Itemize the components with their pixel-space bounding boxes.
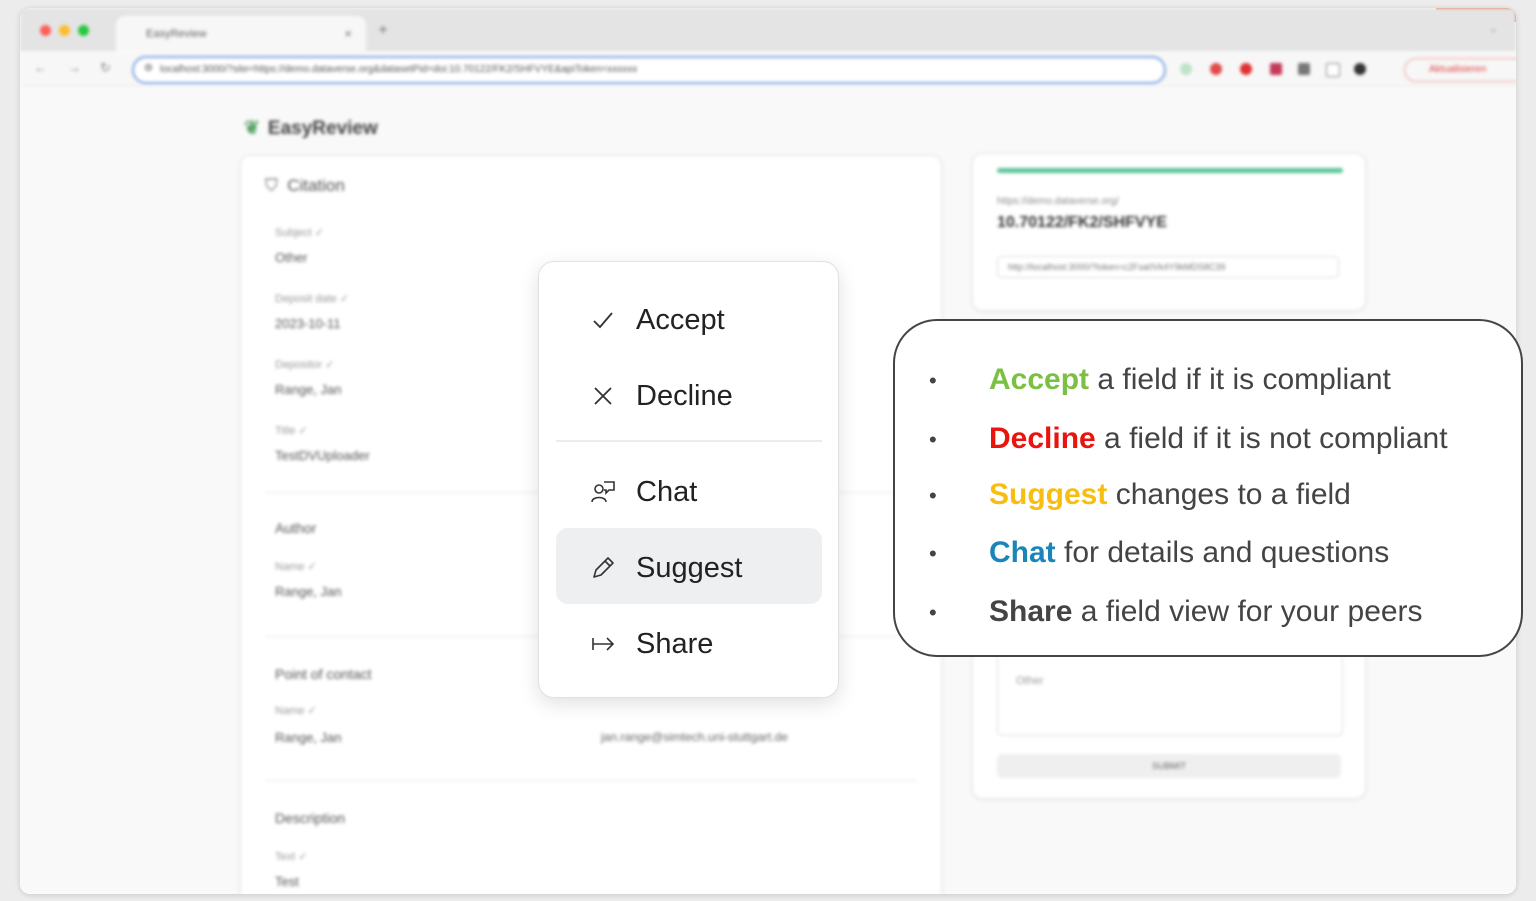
field-label: Depositor ✓ [275, 359, 335, 371]
bullet: • [929, 368, 937, 393]
close-icon [594, 387, 612, 405]
submit-button[interactable]: SUBMIT [997, 754, 1341, 778]
legend-keyword: Suggest [989, 478, 1108, 511]
extension-opera-icon[interactable] [1240, 63, 1252, 75]
minimize-window-button[interactable] [59, 25, 70, 36]
update-button-label: Aktualisieren [1429, 64, 1487, 75]
pencil-icon [593, 557, 614, 578]
field-label: Subject ✓ [275, 227, 324, 239]
tab-close-icon[interactable]: × [344, 26, 352, 41]
divider [265, 780, 917, 781]
progress-fill [997, 168, 1343, 173]
menu-item-decline[interactable]: Decline [556, 356, 822, 432]
review-progress-bar [997, 168, 1343, 173]
tab-menu-chevron-icon[interactable]: ⌄ [1489, 22, 1498, 35]
field-label: Name ✓ [275, 561, 317, 573]
tab-bar: EasyReview × + ⌄ [20, 8, 1516, 52]
doi-card: https://demo.dataverse.org/ 10.70122/FK2… [972, 153, 1366, 311]
extension-red-icon[interactable] [1210, 63, 1222, 75]
tab-title: EasyReview [146, 28, 207, 40]
field-action-menu: Accept Decline Chat Suggest Share [538, 261, 839, 698]
profile-avatar[interactable] [1354, 63, 1366, 75]
reload-icon[interactable]: ↻ [100, 60, 111, 76]
check-icon [593, 312, 613, 329]
field-value[interactable]: Test [275, 874, 299, 889]
share-arrow-icon [592, 637, 615, 651]
menu-item-label: Share [636, 628, 714, 660]
description-heading: Description [275, 810, 346, 826]
menu-item-label: Suggest [636, 552, 743, 584]
brand-label: EasyReview [267, 118, 378, 139]
field-value[interactable]: Other [275, 250, 308, 265]
brand-title: ❦ EasyReview [244, 117, 378, 140]
bullet: • [929, 600, 937, 625]
legend-text: a field if it is not compliant [1095, 422, 1448, 455]
maximize-window-button[interactable] [78, 25, 89, 36]
extension-pdf-icon[interactable] [1270, 63, 1282, 75]
address-bar[interactable]: ⚙ localhost:3000/?site=https://demo.data… [132, 56, 1166, 84]
legend-text: changes to a field [1107, 478, 1351, 511]
extensions-puzzle-icon[interactable] [1298, 63, 1310, 75]
menu-item-label: Chat [636, 476, 698, 508]
menu-item-chat[interactable]: Chat [556, 452, 822, 528]
contact-heading: Point of contact [275, 666, 372, 682]
field-label: Name ✓ [275, 705, 317, 717]
field-value[interactable]: Range, Jan [275, 382, 342, 397]
address-url: localhost:3000/?site=https://demo.datave… [160, 64, 638, 75]
field-label: Title ✓ [275, 425, 308, 437]
bullet: • [929, 483, 937, 508]
sidebar-icon[interactable] [1326, 63, 1340, 77]
legend-text: for details and questions [1055, 536, 1390, 569]
legend-keyword: Chat [989, 536, 1056, 569]
update-button[interactable]: Aktualisieren [1404, 58, 1516, 82]
window-controls [40, 25, 89, 36]
bullet: • [929, 427, 937, 452]
new-tab-button[interactable]: + [378, 20, 388, 40]
field-label: Text ✓ [275, 851, 308, 863]
comment-text: Other [1016, 675, 1044, 687]
browser-toolbar: ← → ↻ ⚙ localhost:3000/?site=https://dem… [20, 52, 1516, 87]
citation-heading: ⛉ Citation [265, 176, 345, 195]
browser-tab[interactable]: EasyReview × [116, 16, 366, 52]
menu-item-accept[interactable]: Accept [556, 280, 822, 356]
contact-email[interactable]: jan.range@simtech.uni-stuttgart.de [601, 730, 788, 744]
leaf-icon: ❦ [244, 118, 260, 139]
legend-text: a field view for your peers [1072, 595, 1423, 628]
menu-item-label: Accept [636, 304, 725, 336]
chat-icon [591, 481, 615, 503]
field-label: Deposit date ✓ [275, 293, 350, 305]
dataset-doi: 10.70122/FK2/SHFVYE [997, 214, 1167, 231]
field-value[interactable]: 2023-10-11 [275, 316, 341, 331]
legend-text: a field if it is compliant [1089, 363, 1391, 396]
back-icon[interactable]: ← [34, 60, 47, 75]
share-link-text: http://localhost:3000/?token=c2Fsa0Vk4Y9… [1008, 262, 1226, 272]
menu-item-suggest[interactable]: Suggest [556, 528, 822, 604]
field-value[interactable]: Range, Jan [275, 584, 342, 599]
field-value[interactable]: Range, Jan [275, 730, 342, 745]
bullet: • [929, 541, 937, 566]
site-info-icon[interactable]: ⚙ [144, 63, 153, 74]
extension-green-icon[interactable] [1180, 63, 1192, 75]
action-legend-callout: • Accept a field if it is compliant • De… [893, 319, 1523, 657]
legend-keyword: Accept [989, 363, 1090, 396]
legend-keyword: Decline [989, 422, 1096, 455]
close-window-button[interactable] [40, 25, 51, 36]
forward-icon[interactable]: → [68, 60, 81, 75]
author-heading: Author [275, 520, 317, 536]
menu-item-label: Decline [636, 380, 733, 412]
server-url: https://demo.dataverse.org/ [997, 196, 1119, 207]
menu-divider [556, 440, 822, 442]
legend-keyword: Share [989, 595, 1073, 628]
share-link-field[interactable]: http://localhost:3000/?token=c2Fsa0Vk4Y9… [997, 256, 1339, 278]
citation-title: Citation [287, 176, 345, 195]
menu-item-share[interactable]: Share [556, 604, 822, 680]
field-value[interactable]: TestDVUploader [275, 448, 370, 463]
